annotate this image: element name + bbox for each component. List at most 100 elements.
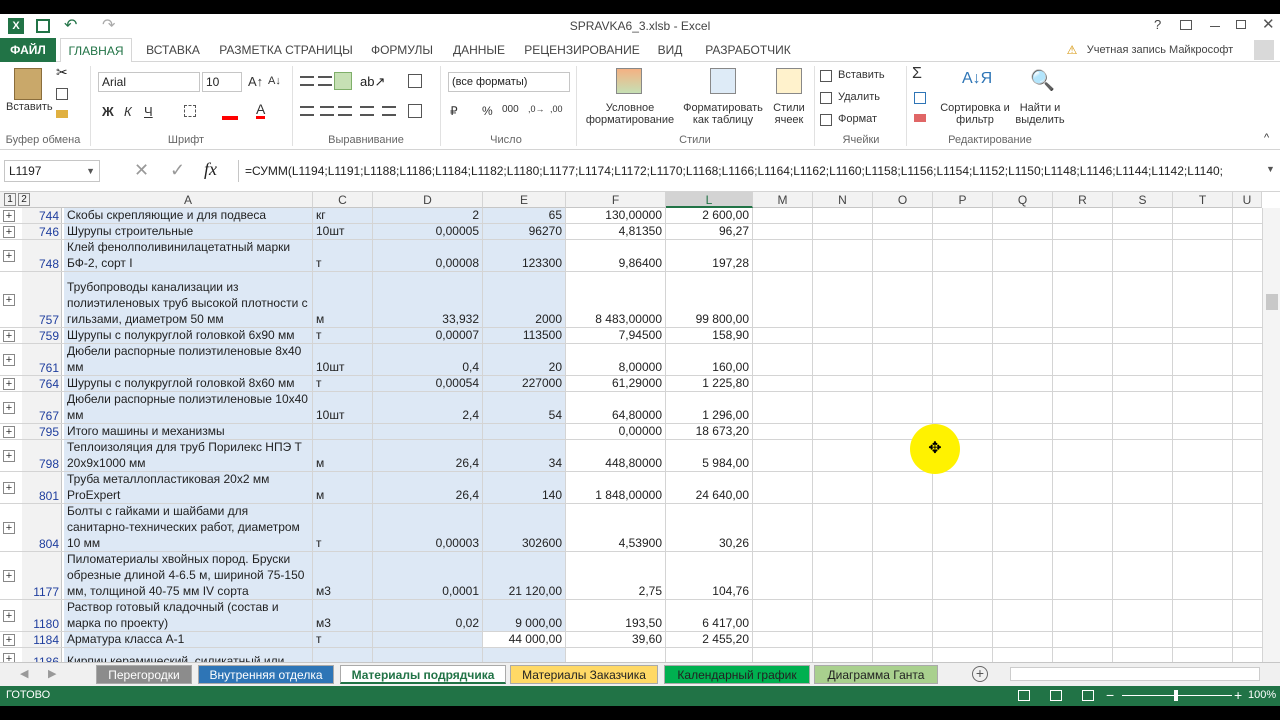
cell-a[interactable]: Шурупы с полукруглой головкой 6х90 мм	[64, 328, 313, 343]
cell-f[interactable]: 61,29000	[566, 376, 666, 391]
cell-a[interactable]: Теплоизоляция для труб Порилекс НПЭ Т 20…	[64, 440, 313, 471]
empty-cell[interactable]	[1113, 392, 1173, 423]
column-header-q[interactable]: Q	[993, 192, 1053, 208]
close-icon[interactable]: ✕	[1262, 15, 1275, 33]
empty-cell[interactable]	[1173, 648, 1233, 662]
empty-cell[interactable]	[813, 208, 873, 223]
empty-cell[interactable]	[873, 272, 933, 327]
shrink-font-icon[interactable]: A↓	[268, 75, 281, 87]
empty-cell[interactable]	[933, 392, 993, 423]
empty-cell[interactable]	[753, 344, 813, 375]
avatar[interactable]	[1254, 40, 1274, 60]
cell-f[interactable]: 7,94500	[566, 328, 666, 343]
increase-decimal-icon[interactable]: ,0→	[528, 104, 545, 114]
table-row[interactable]: +798 Теплоизоляция для труб Порилекс НПЭ …	[0, 440, 1280, 472]
cell-c[interactable]: т	[313, 504, 373, 551]
align-center-icon[interactable]	[320, 106, 334, 116]
align-bottom-icon[interactable]	[334, 72, 352, 90]
cell-f[interactable]: 39,60	[566, 632, 666, 647]
empty-cell[interactable]	[753, 224, 813, 239]
confirm-formula-icon[interactable]: ✓	[170, 160, 185, 181]
row-number[interactable]: 1186	[22, 648, 62, 662]
empty-cell[interactable]	[813, 240, 873, 271]
zoom-slider-thumb[interactable]	[1174, 690, 1178, 701]
cell-f[interactable]: 8 483,00000	[566, 272, 666, 327]
minimize-icon[interactable]	[1210, 26, 1220, 27]
fill-icon[interactable]	[914, 92, 926, 104]
column-header-o[interactable]: O	[873, 192, 933, 208]
table-row[interactable]: +1180 Раствор готовый кладочный (состав и…	[0, 600, 1280, 632]
cell-l[interactable]: 24 640,00	[666, 472, 753, 503]
expand-group-icon[interactable]: +	[3, 293, 15, 306]
empty-cell[interactable]	[1173, 392, 1233, 423]
empty-cell[interactable]	[753, 632, 813, 647]
row-number[interactable]: 1180	[22, 600, 62, 631]
cell-d[interactable]: 0,02	[373, 600, 483, 631]
table-row[interactable]: +801 Труба металлопластиковая 20х2 мм Pro…	[0, 472, 1280, 504]
empty-cell[interactable]	[933, 632, 993, 647]
empty-cell[interactable]	[933, 328, 993, 343]
row-number[interactable]: 744	[22, 208, 62, 223]
empty-cell[interactable]	[1053, 392, 1113, 423]
empty-cell[interactable]	[1113, 424, 1173, 439]
cell-l[interactable]: 104,76	[666, 552, 753, 599]
cell-l[interactable]: 160,00	[666, 344, 753, 375]
empty-cell[interactable]	[873, 208, 933, 223]
format-cells-icon[interactable]	[820, 114, 832, 126]
decrease-indent-icon[interactable]	[360, 106, 374, 116]
column-header-c[interactable]: C	[313, 192, 373, 208]
empty-cell[interactable]	[1053, 328, 1113, 343]
empty-cell[interactable]	[813, 648, 873, 662]
row-number[interactable]: 759	[22, 328, 62, 343]
empty-cell[interactable]	[813, 552, 873, 599]
zoom-out-icon[interactable]: −	[1106, 687, 1114, 703]
empty-cell[interactable]	[1173, 552, 1233, 599]
cancel-formula-icon[interactable]: ✕	[134, 160, 149, 181]
empty-cell[interactable]	[753, 424, 813, 439]
table-row[interactable]: +1184 Арматура класса А-1 т 44 000,00 39,60 2…	[0, 632, 1280, 648]
row-number[interactable]: 798	[22, 440, 62, 471]
format-table-icon[interactable]	[710, 68, 736, 94]
conditional-format-button[interactable]: Условное форматирование	[580, 102, 680, 126]
cell-a[interactable]: Дюбели распорные полиэтиленовые 8х40 мм	[64, 344, 313, 375]
empty-cell[interactable]	[993, 552, 1053, 599]
empty-cell[interactable]	[873, 552, 933, 599]
next-sheet-icon[interactable]: ▶	[48, 667, 56, 680]
empty-cell[interactable]	[813, 504, 873, 551]
sheet-tab[interactable]: Материалы подрядчика	[340, 665, 506, 684]
expand-group-icon[interactable]: +	[3, 481, 15, 494]
column-header-u[interactable]: U	[1233, 192, 1262, 208]
table-row[interactable]: +748 Клей фенолполивинилацетатный марки Б…	[0, 240, 1280, 272]
empty-cell[interactable]	[1053, 376, 1113, 391]
empty-cell[interactable]	[753, 272, 813, 327]
empty-cell[interactable]	[933, 272, 993, 327]
empty-cell[interactable]	[753, 240, 813, 271]
cell-a[interactable]: Скобы скрепляющие и для подвеса	[64, 208, 313, 223]
empty-cell[interactable]	[993, 600, 1053, 631]
outline-level-1[interactable]: 1	[4, 193, 16, 206]
expand-group-icon[interactable]: +	[3, 377, 15, 390]
tab-view[interactable]: ВИД	[650, 38, 690, 62]
empty-cell[interactable]	[1173, 440, 1233, 471]
empty-cell[interactable]	[1053, 632, 1113, 647]
paste-button[interactable]: Вставить	[6, 101, 53, 113]
empty-cell[interactable]	[873, 600, 933, 631]
align-right-icon[interactable]	[338, 106, 352, 116]
cell-c[interactable]: т	[313, 376, 373, 391]
account-label[interactable]: Учетная запись Майкрософт	[1080, 38, 1240, 62]
expand-group-icon[interactable]: +	[3, 425, 15, 438]
table-row[interactable]: +757 Трубопроводы канализации из полиэтил…	[0, 272, 1280, 328]
cell-l[interactable]: 2 455,20	[666, 632, 753, 647]
underline-button[interactable]: Ч	[144, 104, 153, 119]
add-sheet-icon[interactable]: +	[972, 666, 988, 682]
cell-d[interactable]: 33,932	[373, 272, 483, 327]
empty-cell[interactable]	[993, 440, 1053, 471]
cell-a[interactable]: Болты с гайками и шайбами для санитарно-…	[64, 504, 313, 551]
worksheet-grid[interactable]: 1 2 ACDEFLMNOPQRSTU +744 Скобы скрепляющи…	[0, 192, 1280, 662]
expand-group-icon[interactable]: +	[3, 353, 15, 366]
font-size-box[interactable]: 10	[202, 72, 242, 92]
sheet-tab[interactable]: Перегородки	[96, 665, 192, 684]
empty-cell[interactable]	[1113, 328, 1173, 343]
tab-developer[interactable]: РАЗРАБОТЧИК	[700, 38, 796, 62]
row-number[interactable]: 761	[22, 344, 62, 375]
